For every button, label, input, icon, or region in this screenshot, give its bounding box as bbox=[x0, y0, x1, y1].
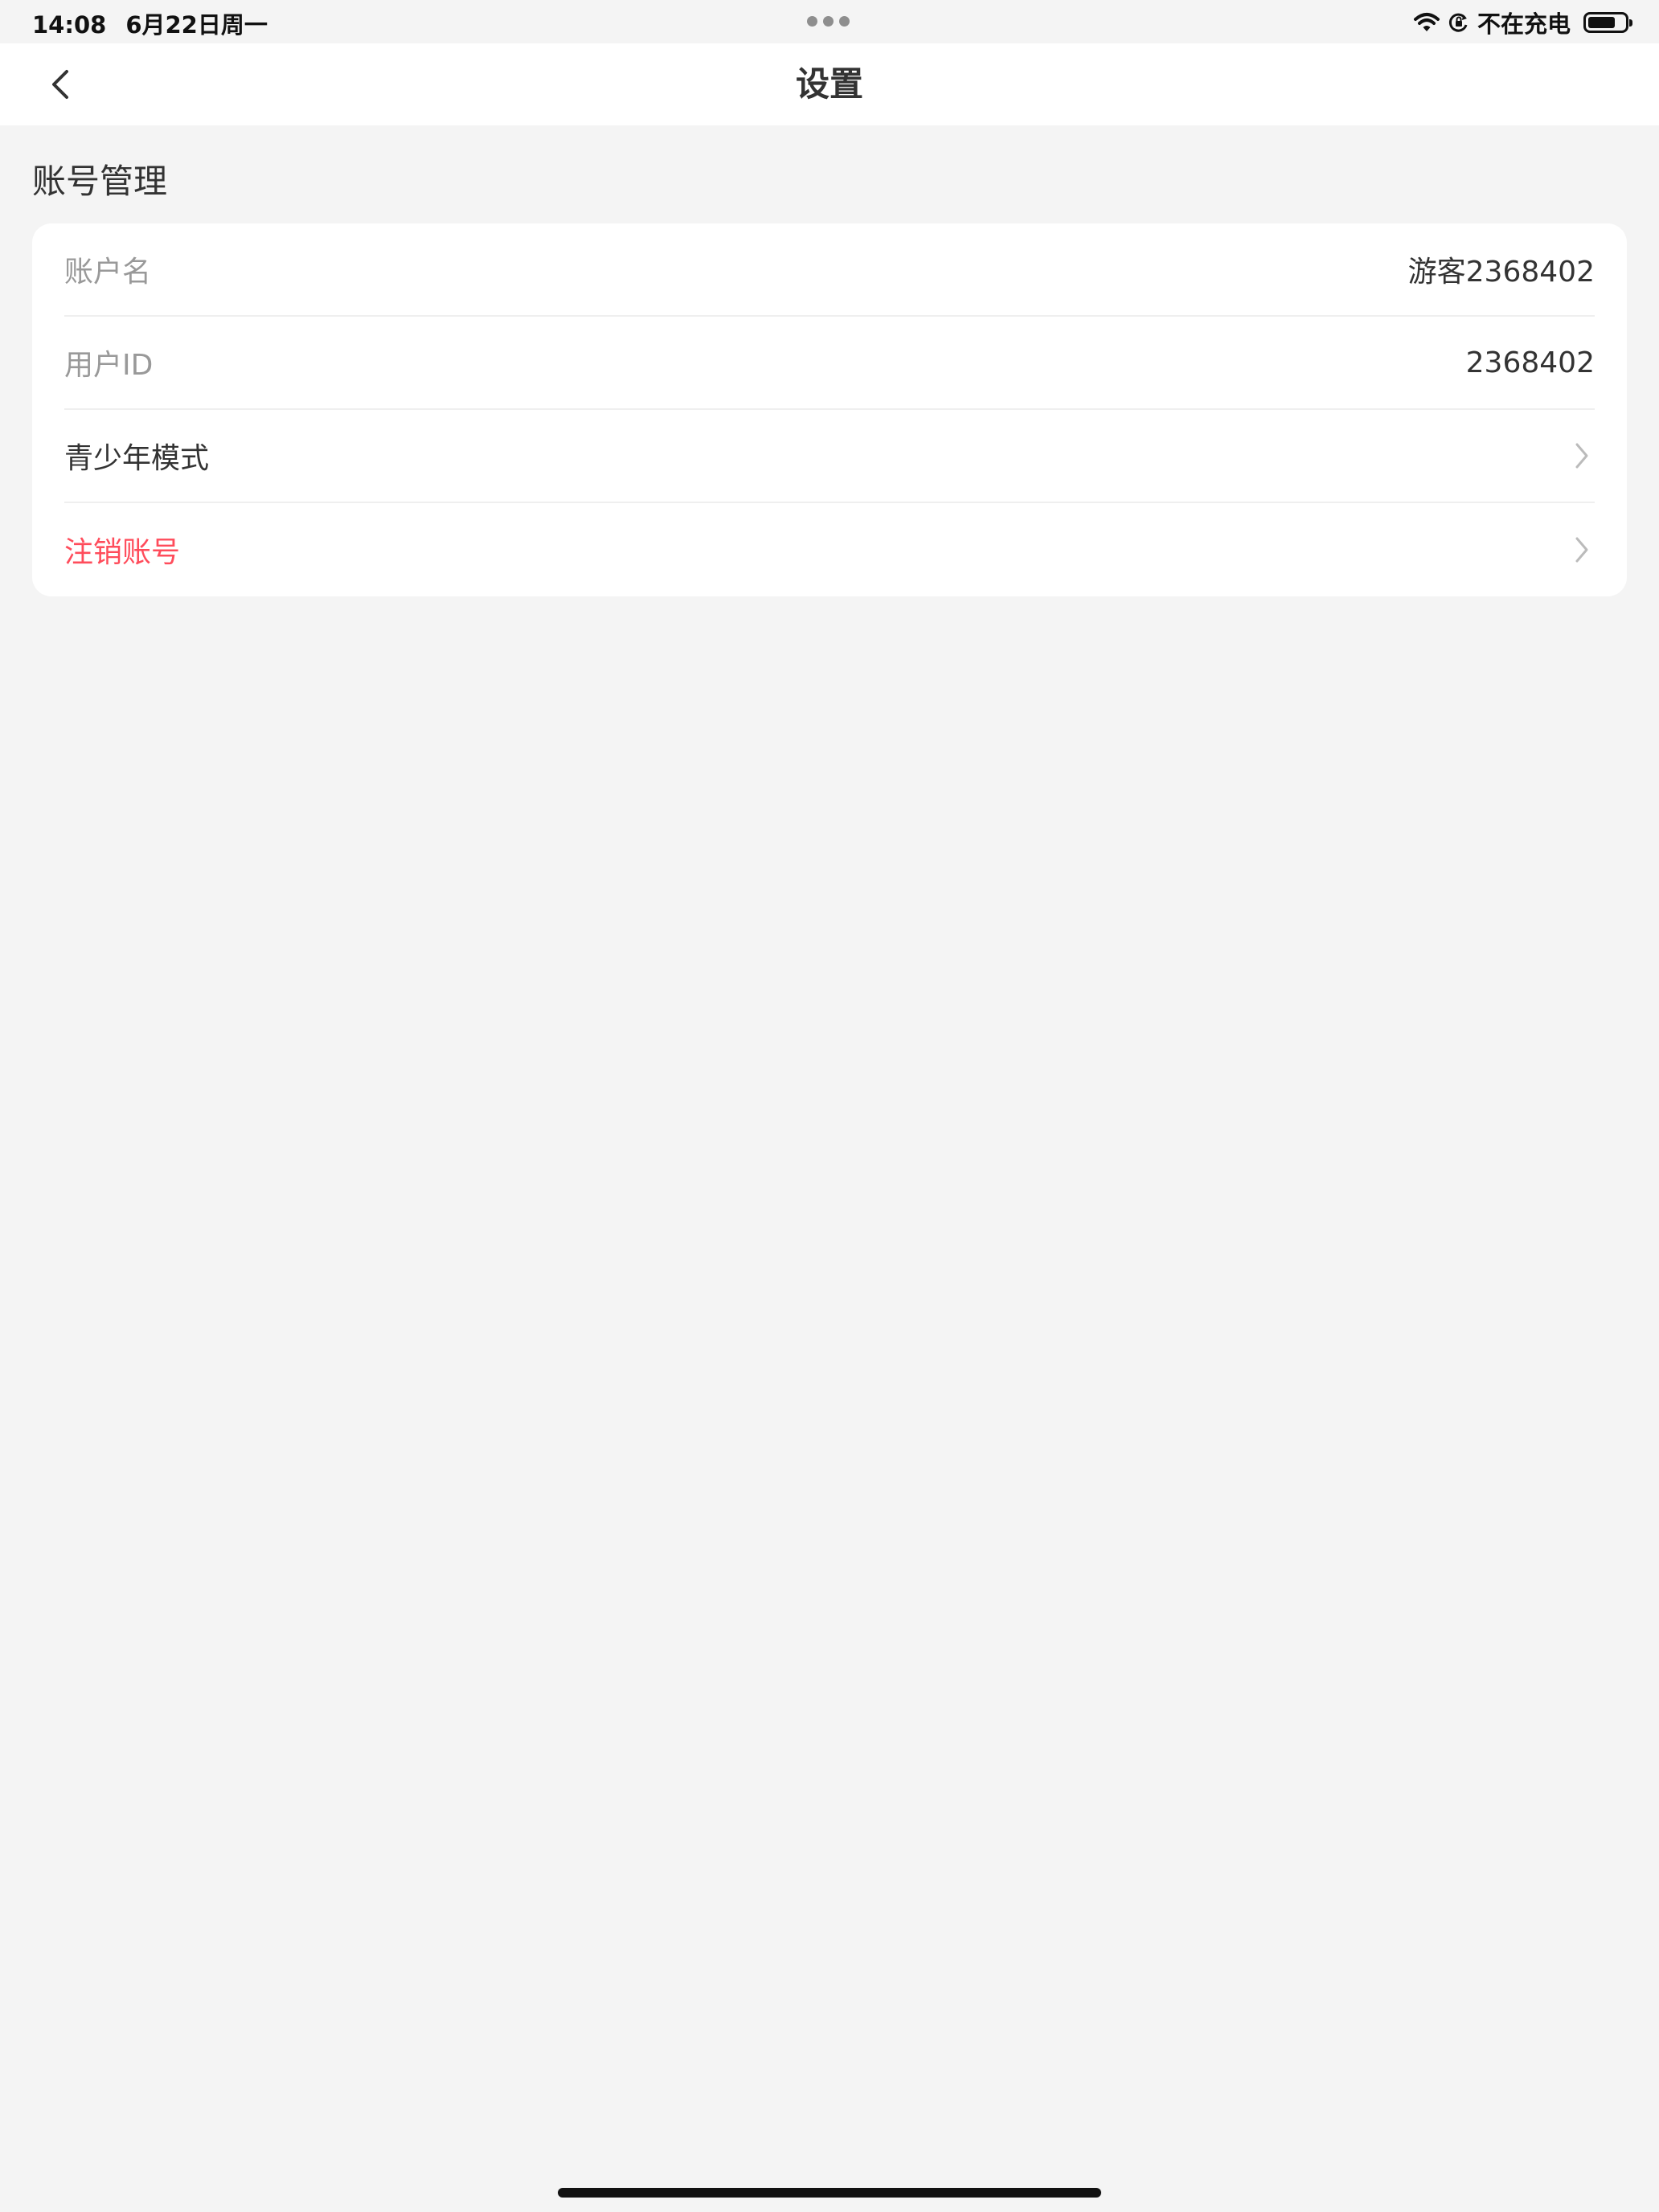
wifi-icon bbox=[1413, 13, 1440, 31]
account-name-label: 账户名 bbox=[64, 256, 152, 289]
battery-level bbox=[1588, 17, 1615, 28]
user-id-value: 2368402 bbox=[1465, 346, 1595, 379]
status-date: 6月22日周一 bbox=[125, 11, 268, 39]
multitasking-dots-icon[interactable] bbox=[807, 16, 852, 27]
user-id-row: 用户ID 2368402 bbox=[64, 317, 1595, 410]
status-right: 不在充电 bbox=[1413, 6, 1632, 39]
chevron-right-icon bbox=[1572, 534, 1591, 566]
battery-icon bbox=[1583, 12, 1632, 33]
user-id-label: 用户ID bbox=[64, 349, 154, 382]
chevron-left-icon bbox=[52, 70, 68, 99]
charging-status-text: 不在充电 bbox=[1477, 10, 1571, 38]
status-left: 14:08 6月22日周一 bbox=[32, 6, 268, 40]
page-title: 设置 bbox=[795, 64, 863, 104]
section-title: 账号管理 bbox=[32, 162, 168, 201]
orientation-lock-icon bbox=[1448, 13, 1468, 32]
status-time: 14:08 bbox=[32, 11, 107, 39]
account-name-row: 账户名 游客2368402 bbox=[64, 223, 1595, 317]
teen-mode-row[interactable]: 青少年模式 bbox=[64, 410, 1595, 503]
account-settings-card: 账户名 游客2368402 用户ID 2368402 青少年模式 注销账号 bbox=[32, 223, 1627, 596]
account-name-value: 游客2368402 bbox=[1407, 256, 1595, 289]
home-indicator[interactable] bbox=[558, 2188, 1101, 2198]
delete-account-row[interactable]: 注销账号 bbox=[64, 503, 1595, 596]
delete-account-label: 注销账号 bbox=[64, 536, 181, 569]
chevron-right-icon bbox=[1572, 440, 1591, 472]
back-button[interactable] bbox=[32, 56, 88, 113]
teen-mode-label: 青少年模式 bbox=[64, 442, 210, 475]
navigation-bar: 设置 bbox=[0, 43, 1659, 125]
status-bar: 14:08 6月22日周一 不在充电 bbox=[0, 0, 1659, 43]
